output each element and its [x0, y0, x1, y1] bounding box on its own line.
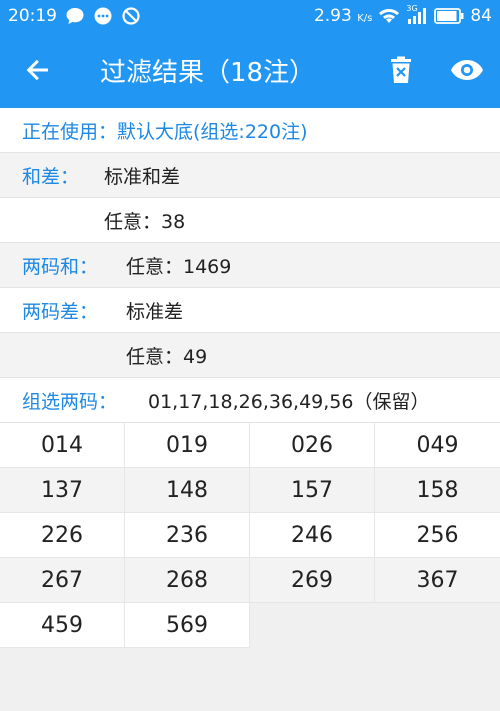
results-grid: 014 019 026 049 137 148 157 158 226 236 246 256 267 2… [0, 423, 500, 648]
result-cell[interactable]: 269 [250, 558, 375, 603]
view-button[interactable] [434, 32, 500, 108]
hecha-value: 标准和差 [104, 165, 181, 188]
zuxuan-liangma-row: 组选两码： 01,17,18,26,36,49,56（保留） [0, 378, 500, 423]
usage-value: 默认大底(组选:220注) [117, 120, 308, 143]
result-cell[interactable]: 246 [250, 513, 375, 558]
status-bar: 20:19 2.93 K/s 3G 84 [0, 0, 500, 32]
liangma-he-label: 两码和： [22, 255, 99, 278]
battery-level: 84 [470, 6, 492, 26]
result-cell[interactable]: 569 [125, 603, 250, 648]
result-cell[interactable]: 268 [125, 558, 250, 603]
result-cell[interactable]: 026 [250, 423, 375, 468]
liangma-he-row: 两码和： 任意：1469 [0, 243, 500, 288]
result-cell[interactable]: 014 [0, 423, 125, 468]
result-cell[interactable]: 236 [125, 513, 250, 558]
hecha-label: 和差： [22, 165, 80, 188]
usage-label: 正在使用： [22, 120, 118, 143]
chat-bubble-icon [65, 6, 85, 26]
wifi-icon [378, 7, 400, 25]
current-usage-row: 正在使用： 默认大底(组选:220注) [0, 108, 500, 153]
zuxuan-liangma-label: 组选两码： [22, 390, 118, 413]
result-cell[interactable]: 137 [0, 468, 125, 513]
hecha-any-row: 任意：38 [0, 198, 500, 243]
result-cell[interactable]: 049 [375, 423, 500, 468]
result-cell[interactable]: 267 [0, 558, 125, 603]
hecha-any-value: 任意：38 [104, 210, 186, 233]
eye-icon [451, 60, 483, 80]
app-bar: 过滤结果（18注） [0, 32, 500, 108]
net-type-label: 3G [406, 4, 418, 13]
signal-icon: 3G [406, 4, 428, 25]
message-icon [93, 6, 113, 26]
liangma-cha-row: 两码差： 标准差 [0, 288, 500, 333]
battery-icon [434, 8, 464, 24]
result-cell[interactable]: 019 [125, 423, 250, 468]
arrow-left-icon [26, 59, 48, 81]
result-cell[interactable]: 459 [0, 603, 125, 648]
result-cell[interactable]: 367 [375, 558, 500, 603]
trash-icon [391, 56, 411, 83]
do-not-disturb-icon [121, 6, 141, 26]
liangma-cha-label: 两码差： [22, 300, 99, 323]
zuxuan-liangma-value: 01,17,18,26,36,49,56（保留） [148, 390, 430, 413]
liangma-cha-any-row: 任意：49 [0, 333, 500, 378]
back-button[interactable] [0, 32, 76, 108]
result-cell[interactable]: 226 [0, 513, 125, 558]
delete-button[interactable] [368, 32, 434, 108]
status-time: 20:19 [8, 6, 57, 26]
liangma-he-value: 任意：1469 [126, 255, 232, 278]
result-cell[interactable]: 157 [250, 468, 375, 513]
result-cell[interactable]: 256 [375, 513, 500, 558]
liangma-cha-value: 标准差 [126, 300, 184, 323]
liangma-cha-any-value: 任意：49 [126, 345, 208, 368]
net-speed: 2.93 K/s [313, 6, 373, 26]
page-title: 过滤结果（18注） [100, 57, 316, 88]
hecha-row: 和差： 标准和差 [0, 153, 500, 198]
result-cell[interactable]: 158 [375, 468, 500, 513]
result-cell[interactable]: 148 [125, 468, 250, 513]
